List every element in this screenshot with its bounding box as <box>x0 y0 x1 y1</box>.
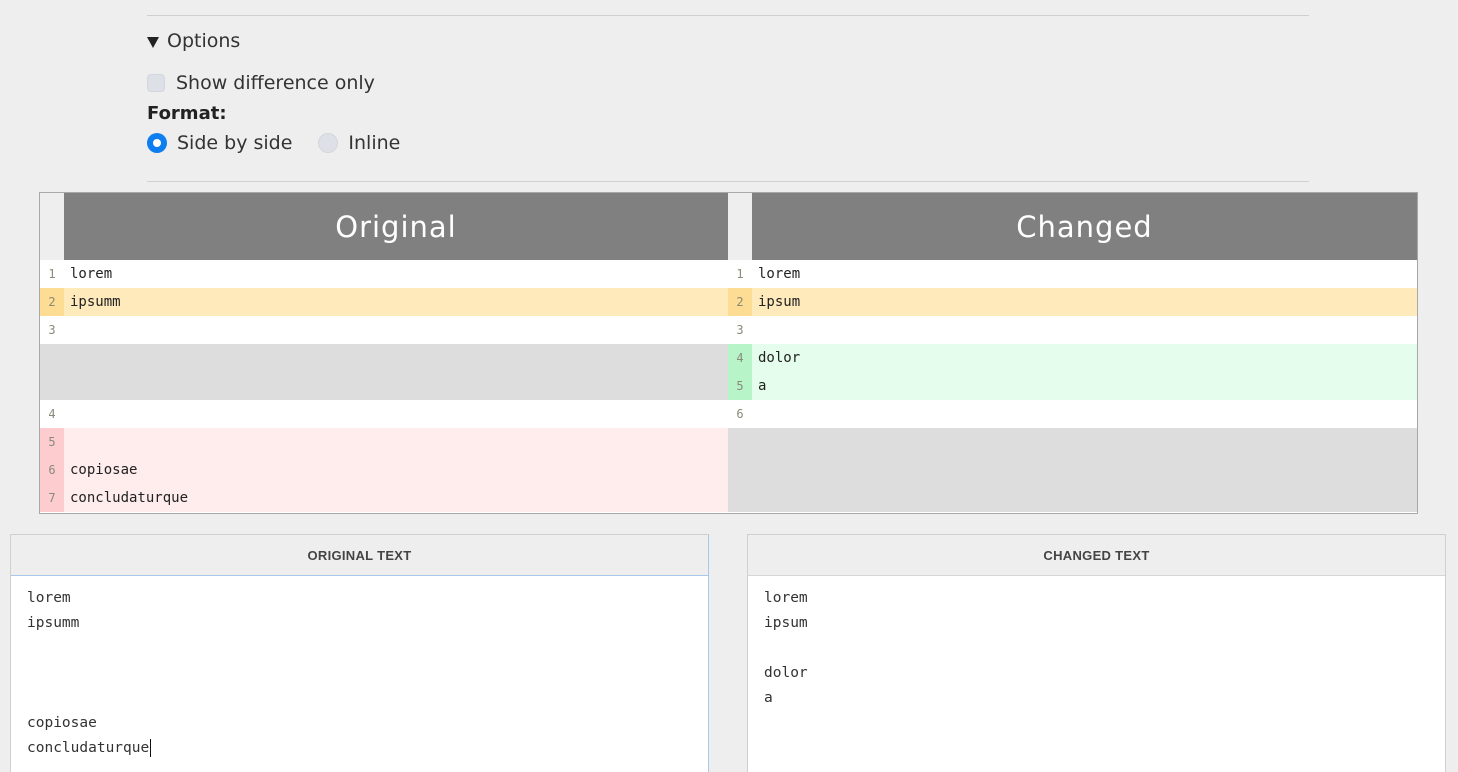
text-line <box>27 686 692 711</box>
text-line-content: lorem <box>27 590 71 606</box>
line-number: 2 <box>728 288 752 316</box>
line-number: 1 <box>728 260 752 288</box>
line-number <box>40 344 64 372</box>
text-line-content: dolor <box>764 665 808 681</box>
left-diff-row <box>40 344 728 372</box>
line-text: lorem <box>758 266 801 282</box>
line-text: ipsum <box>758 294 801 310</box>
original-text-header: ORIGINAL TEXT <box>11 535 708 576</box>
text-line-content: concludaturque <box>27 740 150 756</box>
left-gutter-header <box>40 193 64 261</box>
changed-column-title: Changed <box>752 193 1417 261</box>
show-difference-only-option[interactable]: Show difference only <box>147 72 375 94</box>
format-inline-option[interactable]: Inline <box>318 132 400 154</box>
side-by-side-label: Side by side <box>177 132 293 154</box>
text-cursor <box>150 739 152 757</box>
line-text: concludaturque <box>70 490 189 506</box>
text-line-content: a <box>764 690 773 706</box>
line-number: 5 <box>40 428 64 456</box>
text-line: ipsum <box>764 611 1429 636</box>
left-diff-row <box>40 372 728 400</box>
changed-text-panel: CHANGED TEXT lorem ipsum dolor a <box>747 534 1446 772</box>
line-number: 6 <box>728 400 752 428</box>
line-text: copiosae <box>70 462 138 478</box>
show-difference-only-checkbox[interactable] <box>147 74 165 92</box>
line-number: 3 <box>728 316 752 344</box>
right-diff-row: 1 lorem <box>728 260 1417 288</box>
divider-bottom <box>147 181 1309 182</box>
line-number: 4 <box>728 344 752 372</box>
line-number: 7 <box>40 484 64 512</box>
right-diff-row <box>728 456 1417 484</box>
inline-label: Inline <box>348 132 401 154</box>
text-line: a <box>764 686 1429 711</box>
line-text: dolor <box>758 350 801 366</box>
line-number <box>728 456 752 484</box>
line-number: 5 <box>728 372 752 400</box>
line-text: ipsumm <box>70 294 121 310</box>
format-radio-group: Side by side Inline <box>147 132 426 154</box>
line-number: 1 <box>40 260 64 288</box>
line-number: 3 <box>40 316 64 344</box>
left-diff-row: 1 lorem <box>40 260 728 288</box>
triangle-down-icon <box>147 36 159 48</box>
text-line: copiosae <box>27 711 692 736</box>
line-number: 2 <box>40 288 64 316</box>
right-diff-row: 6 <box>728 400 1417 428</box>
text-line: lorem <box>27 586 692 611</box>
text-line: lorem <box>764 586 1429 611</box>
changed-text-header: CHANGED TEXT <box>748 535 1445 576</box>
line-text: lorem <box>70 266 113 282</box>
text-line: ipsumm <box>27 611 692 636</box>
line-number: 6 <box>40 456 64 484</box>
line-number <box>40 372 64 400</box>
line-text: a <box>758 378 767 394</box>
options-toggle[interactable]: Options <box>147 30 240 52</box>
format-side-by-side-option[interactable]: Side by side <box>147 132 292 154</box>
text-line <box>764 636 1429 661</box>
divider-top <box>147 15 1309 16</box>
left-diff-row: 5 <box>40 428 728 456</box>
left-diff-row: 7 concludaturque <box>40 484 728 512</box>
diff-checker-page: Options Show difference only Format: Sid… <box>0 0 1458 772</box>
original-text-panel: ORIGINAL TEXT lorem ipsumm copiosae conclud… <box>10 534 709 772</box>
text-line: dolor <box>764 661 1429 686</box>
text-line <box>27 636 692 661</box>
left-diff-row: 3 <box>40 316 728 344</box>
options-label: Options <box>167 30 241 52</box>
text-line-content: ipsumm <box>27 615 80 631</box>
show-difference-only-label: Show difference only <box>176 72 375 94</box>
original-column-title: Original <box>64 193 728 261</box>
right-diff-row: 4 dolor <box>728 344 1417 372</box>
right-diff-row: 3 <box>728 316 1417 344</box>
line-number: 4 <box>40 400 64 428</box>
inline-radio[interactable] <box>318 133 339 153</box>
text-line: concludaturque <box>27 736 692 761</box>
diff-table: Original Changed 1 lorem 1 lorem 2 ipsumm 2 ips… <box>39 192 1418 514</box>
right-gutter-header <box>728 193 752 261</box>
text-line <box>27 661 692 686</box>
text-line-content: copiosae <box>27 715 97 731</box>
changed-text-input[interactable]: lorem ipsum dolor a <box>748 576 1445 721</box>
left-diff-row: 4 <box>40 400 728 428</box>
text-line-content: ipsum <box>764 615 808 631</box>
format-label: Format: <box>147 103 227 124</box>
side-by-side-radio[interactable] <box>147 133 167 153</box>
left-diff-row: 2 ipsumm <box>40 288 728 316</box>
line-number <box>728 484 752 512</box>
right-diff-row <box>728 484 1417 512</box>
text-line-content: lorem <box>764 590 808 606</box>
line-number <box>728 428 752 456</box>
left-diff-row: 6 copiosae <box>40 456 728 484</box>
right-diff-row <box>728 428 1417 456</box>
original-text-input[interactable]: lorem ipsumm copiosae concludaturque <box>11 576 708 771</box>
right-diff-row: 5a <box>728 372 1417 400</box>
right-diff-row: 2 ipsum <box>728 288 1417 316</box>
